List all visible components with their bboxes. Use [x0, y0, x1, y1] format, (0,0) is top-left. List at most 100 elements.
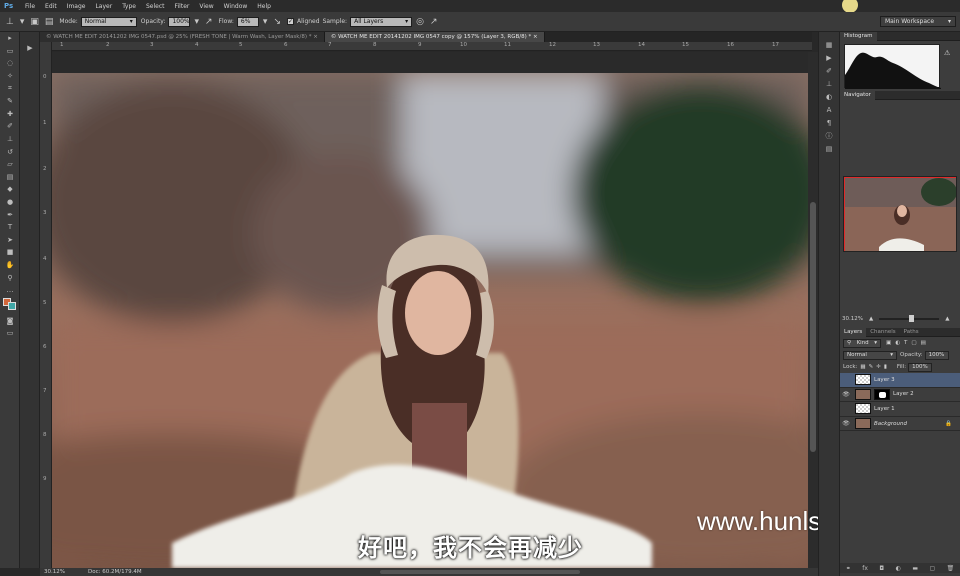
brush-preset-icon[interactable]: ▾ — [20, 17, 25, 27]
trash-icon[interactable]: 🗑 — [947, 565, 955, 572]
layer-row-layer-1[interactable]: Layer 1 — [840, 402, 960, 417]
doc-tab-psd[interactable]: © WATCH ME EDIT 20141202 IMG 0547.psd @ … — [40, 32, 325, 42]
layer-mask-thumbnail[interactable] — [874, 388, 890, 400]
navigator-zoom-slider[interactable] — [879, 315, 940, 322]
marquee-tool-icon[interactable]: ▭ — [0, 45, 20, 58]
tab-layers[interactable]: Layers — [840, 327, 867, 337]
layer-name[interactable]: Layer 3 — [874, 377, 895, 383]
menu-image[interactable]: Image — [62, 3, 91, 10]
doc-tab-copy[interactable]: © WATCH ME EDIT 20141202 IMG 0547 copy @… — [324, 32, 545, 42]
eyedropper-tool-icon[interactable]: ✎ — [0, 95, 20, 108]
tab-channels[interactable]: Channels — [866, 328, 899, 337]
eraser-tool-icon[interactable]: ▱ — [0, 158, 20, 171]
flow-field[interactable]: 6% — [236, 16, 259, 27]
horizontal-scrollbar-thumb[interactable] — [380, 570, 580, 574]
chevron-down-icon[interactable]: ▾ — [263, 17, 268, 27]
clone-source-icon[interactable]: ▤ — [45, 17, 54, 27]
opacity-field[interactable]: 100% — [168, 16, 191, 27]
scrollbar-thumb[interactable] — [810, 202, 816, 452]
layer-row-layer-3[interactable]: Layer 3 — [840, 373, 960, 388]
info-panel-icon[interactable]: ⓘ — [819, 129, 839, 142]
tab-navigator[interactable]: Navigator — [840, 90, 875, 100]
lock-pixels-icon[interactable]: ✎ — [869, 364, 874, 370]
filter-shape-icon[interactable]: ▢ — [911, 340, 916, 346]
menu-select[interactable]: Select — [141, 3, 170, 10]
chevron-down-icon[interactable]: ▾ — [194, 17, 199, 27]
layer-name[interactable]: Layer 1 — [874, 406, 895, 412]
workspace-select[interactable]: Main Workspace ▾ — [880, 16, 956, 27]
hand-tool-icon[interactable]: ✋ — [0, 259, 20, 272]
sample-select[interactable]: All Layers ▾ — [350, 16, 413, 27]
layer-thumbnail[interactable] — [855, 374, 871, 386]
menu-type[interactable]: Type — [117, 3, 141, 10]
fill-field[interactable]: 100% — [908, 362, 933, 372]
navigator-view-box[interactable] — [844, 177, 956, 251]
layer-thumbnail[interactable] — [855, 403, 871, 415]
menu-help[interactable]: Help — [252, 3, 276, 10]
pressure-opacity-icon[interactable]: ↗ — [205, 17, 213, 27]
toggle-brush-panel-icon[interactable]: ▣ — [30, 17, 39, 27]
blend-mode-select[interactable]: Normal ▾ — [843, 350, 897, 360]
pen-tool-icon[interactable]: ✒ — [0, 208, 20, 221]
dodge-tool-icon[interactable]: ● — [0, 196, 20, 209]
history-panel-icon[interactable]: ▦ — [819, 38, 839, 51]
clone-source-panel-icon[interactable]: ⊥ — [819, 77, 839, 90]
actions-panel-icon[interactable]: ▶ — [819, 51, 839, 64]
lock-position-icon[interactable]: ✛ — [876, 364, 881, 370]
filter-type-icon[interactable]: T — [904, 340, 907, 346]
link-layers-icon[interactable]: ⚭ — [846, 565, 851, 572]
eye-icon[interactable]: 👁 — [840, 420, 852, 427]
properties-panel-icon[interactable]: ▤ — [819, 142, 839, 155]
tab-histogram[interactable]: Histogram — [840, 31, 877, 41]
layer-name[interactable]: Background — [874, 421, 907, 427]
filter-adjustment-icon[interactable]: ◐ — [895, 340, 900, 346]
healing-brush-tool-icon[interactable]: ✚ — [0, 108, 20, 121]
clone-stamp-tool-icon[interactable]: ⊥ — [0, 133, 20, 146]
add-mask-icon[interactable]: ◘ — [879, 565, 884, 572]
menu-filter[interactable]: Filter — [170, 3, 195, 10]
menu-edit[interactable]: Edit — [40, 3, 62, 10]
tab-paths[interactable]: Paths — [900, 328, 923, 337]
lasso-tool-icon[interactable]: ◌ — [0, 57, 20, 70]
path-select-tool-icon[interactable]: ➤ — [0, 234, 20, 247]
more-tools-icon[interactable]: … — [0, 284, 20, 297]
brush-tool-icon[interactable]: ✐ — [0, 120, 20, 133]
menu-file[interactable]: File — [20, 3, 40, 10]
navigator-zoom-value[interactable]: 30.12% — [842, 316, 863, 322]
filter-smart-object-icon[interactable]: ▤ — [921, 340, 926, 346]
gradient-tool-icon[interactable]: ▤ — [0, 171, 20, 184]
history-brush-tool-icon[interactable]: ↺ — [0, 145, 20, 158]
new-group-icon[interactable]: ▬ — [912, 565, 918, 572]
paragraph-panel-icon[interactable]: ¶ — [819, 116, 839, 129]
menu-view[interactable]: View — [194, 3, 218, 10]
ruler-horizontal[interactable]: 1 2 3 4 5 6 7 8 9 10 11 12 13 14 15 16 1… — [52, 42, 812, 51]
background-color-swatch[interactable] — [8, 302, 16, 311]
quick-select-tool-icon[interactable]: ✧ — [0, 70, 20, 83]
aligned-checkbox[interactable]: ✓ — [287, 18, 294, 25]
layer-kind-select[interactable]: ⚲ Kind ▾ — [843, 338, 881, 348]
navigator-thumbnail[interactable] — [843, 176, 957, 252]
warning-icon[interactable]: ⚠ — [944, 49, 950, 57]
layer-opacity-field[interactable]: 100% — [924, 350, 949, 360]
adjustments-panel-icon[interactable]: ◐ — [819, 90, 839, 103]
clone-stamp-icon[interactable]: ⊥ — [6, 17, 14, 27]
new-layer-icon[interactable]: ▢ — [929, 565, 935, 572]
lock-transparent-icon[interactable]: ▦ — [860, 364, 865, 370]
layer-thumbnail[interactable] — [855, 418, 871, 430]
adjustment-layer-icon[interactable]: ◐ — [896, 565, 901, 572]
lock-all-icon[interactable]: ▮ — [884, 364, 887, 370]
mode-select[interactable]: Normal ▾ — [80, 16, 137, 27]
pressure-size-icon[interactable]: ↗ — [430, 17, 438, 27]
ruler-vertical[interactable]: 0 1 2 3 4 5 6 7 8 9 — [40, 42, 52, 568]
layer-row-background[interactable]: 👁 Background 🔒 — [840, 417, 960, 432]
airbrush-icon[interactable]: ↘ — [273, 17, 281, 27]
screen-mode-icon[interactable]: ▭ — [0, 327, 20, 340]
color-swatches[interactable] — [0, 296, 20, 314]
filter-pixel-icon[interactable]: ▣ — [886, 340, 891, 346]
ignore-adjustment-icon[interactable]: ◎ — [416, 17, 424, 27]
quick-mask-icon[interactable]: ◙ — [0, 314, 20, 327]
layer-row-layer-2[interactable]: 👁 Layer 2 — [840, 388, 960, 403]
expand-panels-icon[interactable]: ▶ — [20, 42, 40, 55]
zoom-out-icon[interactable]: ▲ — [869, 316, 873, 322]
zoom-level[interactable]: 30.12% — [40, 569, 80, 575]
